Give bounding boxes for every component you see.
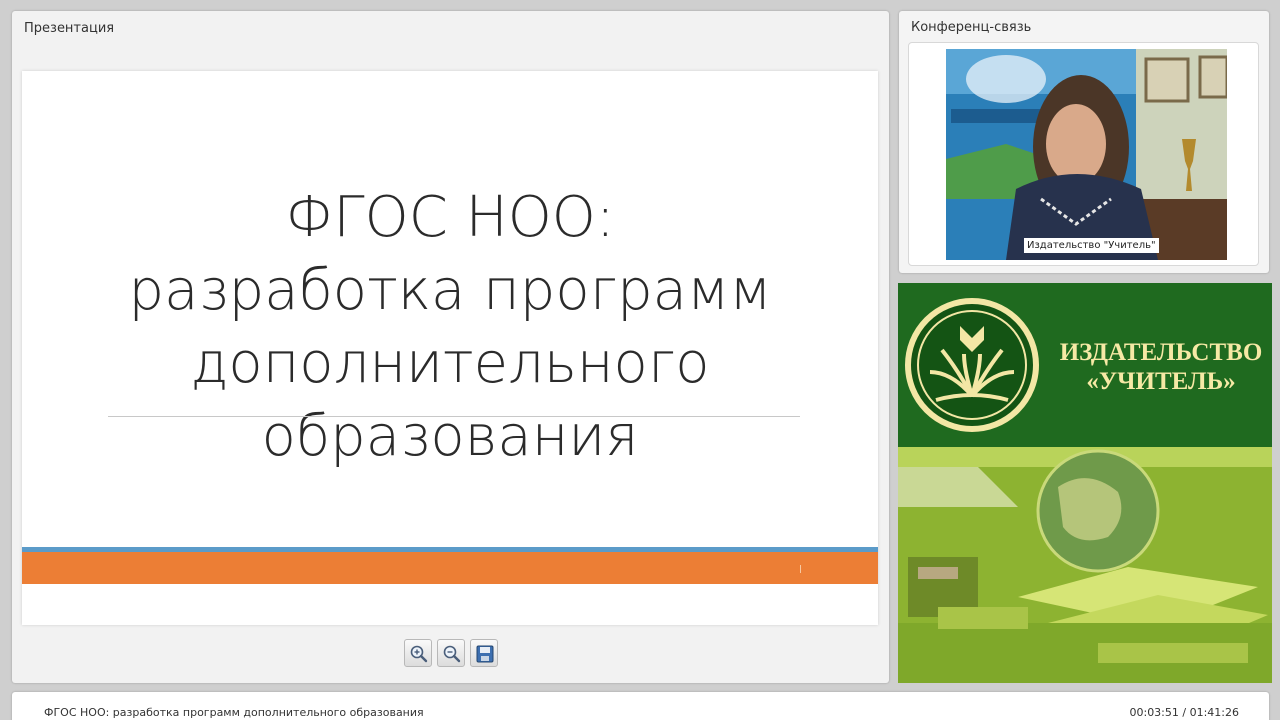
publisher-name: ИЗДАТЕЛЬСТВО «УЧИТЕЛЬ» bbox=[1058, 338, 1264, 396]
slide-accent-bar-orange bbox=[22, 552, 878, 584]
video-frame: Издательство "Учитель" bbox=[908, 42, 1259, 266]
save-button[interactable] bbox=[470, 639, 498, 667]
books-globe-image bbox=[898, 447, 1272, 683]
publisher-name-line: «УЧИТЕЛЬ» bbox=[1086, 368, 1236, 395]
publisher-banner-image bbox=[898, 447, 1272, 683]
save-icon bbox=[476, 645, 494, 663]
zoom-out-icon bbox=[443, 645, 461, 663]
presentation-panel-title: Презентация bbox=[24, 21, 115, 36]
publisher-banner-top: ИЗДАТЕЛЬСТВО «УЧИТЕЛЬ» bbox=[898, 283, 1272, 447]
zoom-in-icon bbox=[410, 645, 428, 663]
publisher-banner: ИЗДАТЕЛЬСТВО «УЧИТЕЛЬ» bbox=[898, 283, 1272, 683]
zoom-in-button[interactable] bbox=[404, 639, 432, 667]
slide-marker bbox=[800, 565, 801, 573]
slide-title: ФГОС НОО: разработка программ дополнител… bbox=[22, 181, 878, 473]
publisher-name-line: ИЗДАТЕЛЬСТВО bbox=[1059, 339, 1263, 366]
publisher-logo-icon bbox=[905, 298, 1039, 432]
playback-timecode: 00:03:51 / 01:41:26 bbox=[1129, 706, 1239, 719]
slide-title-line: ФГОС НОО: bbox=[285, 185, 615, 250]
slide-title-line: разработка программ bbox=[128, 258, 772, 323]
zoom-out-button[interactable] bbox=[437, 639, 465, 667]
conference-panel: Конференц-связь Издательство "Учитель" bbox=[899, 11, 1269, 273]
presentation-panel: Презентация ФГОС НОО: разработка програм… bbox=[12, 11, 889, 683]
slide-divider bbox=[108, 416, 800, 417]
conference-panel-title: Конференц-связь bbox=[911, 20, 1032, 35]
slide-title-line: образования bbox=[261, 404, 639, 469]
speaker-video-image bbox=[946, 49, 1227, 260]
slide: ФГОС НОО: разработка программ дополнител… bbox=[22, 71, 878, 625]
video-feed[interactable]: Издательство "Учитель" bbox=[946, 49, 1227, 260]
webinar-title: ФГОС НОО: разработка программ дополнител… bbox=[44, 706, 424, 719]
slide-title-line: дополнительного bbox=[190, 331, 710, 396]
webinar-info-bar: ФГОС НОО: разработка программ дополнител… bbox=[12, 692, 1269, 720]
video-participant-label: Издательство "Учитель" bbox=[1024, 238, 1159, 253]
